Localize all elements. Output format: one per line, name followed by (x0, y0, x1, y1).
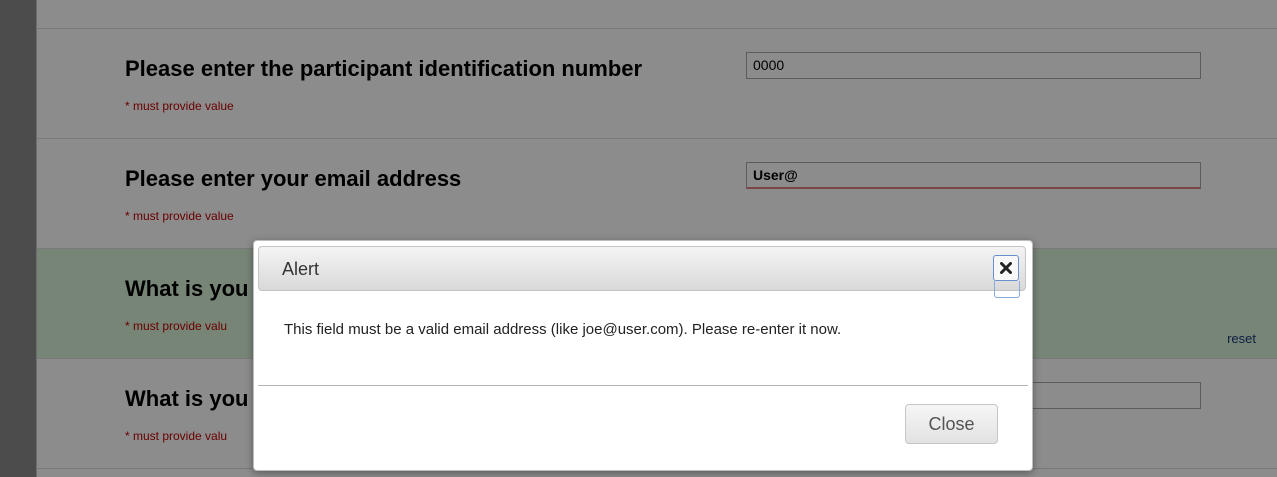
survey-page: Please enter the participant identificat… (0, 0, 1277, 477)
close-icon[interactable] (993, 255, 1019, 281)
dialog-divider (258, 385, 1028, 386)
dialog-titlebar: Alert (258, 246, 1026, 291)
dialog-message: This field must be a valid email address… (284, 321, 842, 338)
close-button[interactable]: Close (905, 404, 998, 444)
close-icon-glyph (1000, 262, 1012, 274)
alert-dialog: Alert This field must be a valid email a… (253, 240, 1033, 471)
dialog-title: Alert (282, 259, 320, 279)
close-focus-ring (994, 281, 1020, 298)
